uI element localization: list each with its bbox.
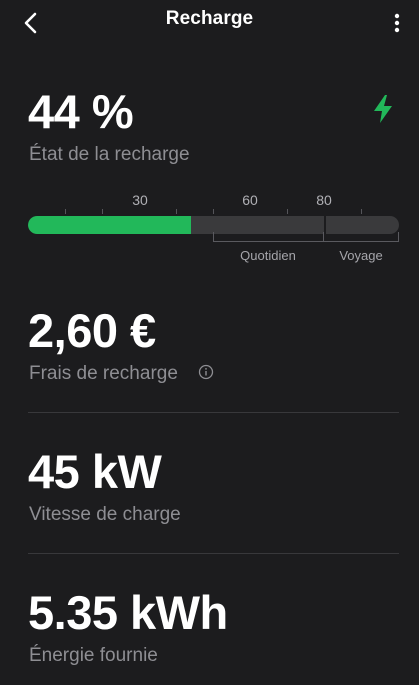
charge-state-label: État de la recharge bbox=[29, 144, 190, 165]
top-bar: Recharge bbox=[0, 0, 419, 40]
more-options-button[interactable] bbox=[384, 9, 410, 37]
tick-mark bbox=[176, 209, 177, 214]
charge-percent-value: 44 % bbox=[28, 85, 134, 138]
daily-range-bracket bbox=[213, 232, 324, 242]
charge-speed-label: Vitesse de charge bbox=[29, 504, 181, 525]
tick-mark bbox=[102, 209, 103, 214]
lightning-bolt-icon bbox=[374, 95, 392, 123]
charge-speed-value: 45 kW bbox=[28, 445, 162, 498]
tick-mark bbox=[65, 209, 66, 214]
charge-cost-label: Frais de recharge bbox=[29, 363, 178, 384]
charge-scale: 30 60 80 bbox=[28, 192, 399, 214]
charging-status bbox=[371, 94, 395, 124]
tick-label-80: 80 bbox=[316, 192, 332, 208]
charge-level-fill bbox=[28, 216, 192, 234]
tick-mark bbox=[287, 209, 288, 214]
info-circle-icon bbox=[198, 364, 214, 380]
energy-delivered-value: 5.35 kWh bbox=[28, 586, 228, 639]
charge-cost-value: 2,60 € bbox=[28, 304, 156, 357]
tick-label-30: 30 bbox=[132, 192, 148, 208]
daily-range-label: Quotidien bbox=[240, 248, 296, 263]
trip-range-bracket bbox=[324, 232, 399, 242]
energy-delivered-label: Énergie fournie bbox=[29, 645, 158, 666]
page-title: Recharge bbox=[165, 8, 254, 29]
tick-mark bbox=[361, 209, 362, 214]
trip-range-label: Voyage bbox=[339, 248, 383, 263]
divider bbox=[28, 412, 399, 413]
tick-label-60: 60 bbox=[242, 192, 258, 208]
more-vertical-icon bbox=[394, 13, 400, 33]
tick-mark bbox=[213, 209, 214, 214]
divider bbox=[28, 553, 399, 554]
cost-info-button[interactable] bbox=[198, 364, 214, 380]
